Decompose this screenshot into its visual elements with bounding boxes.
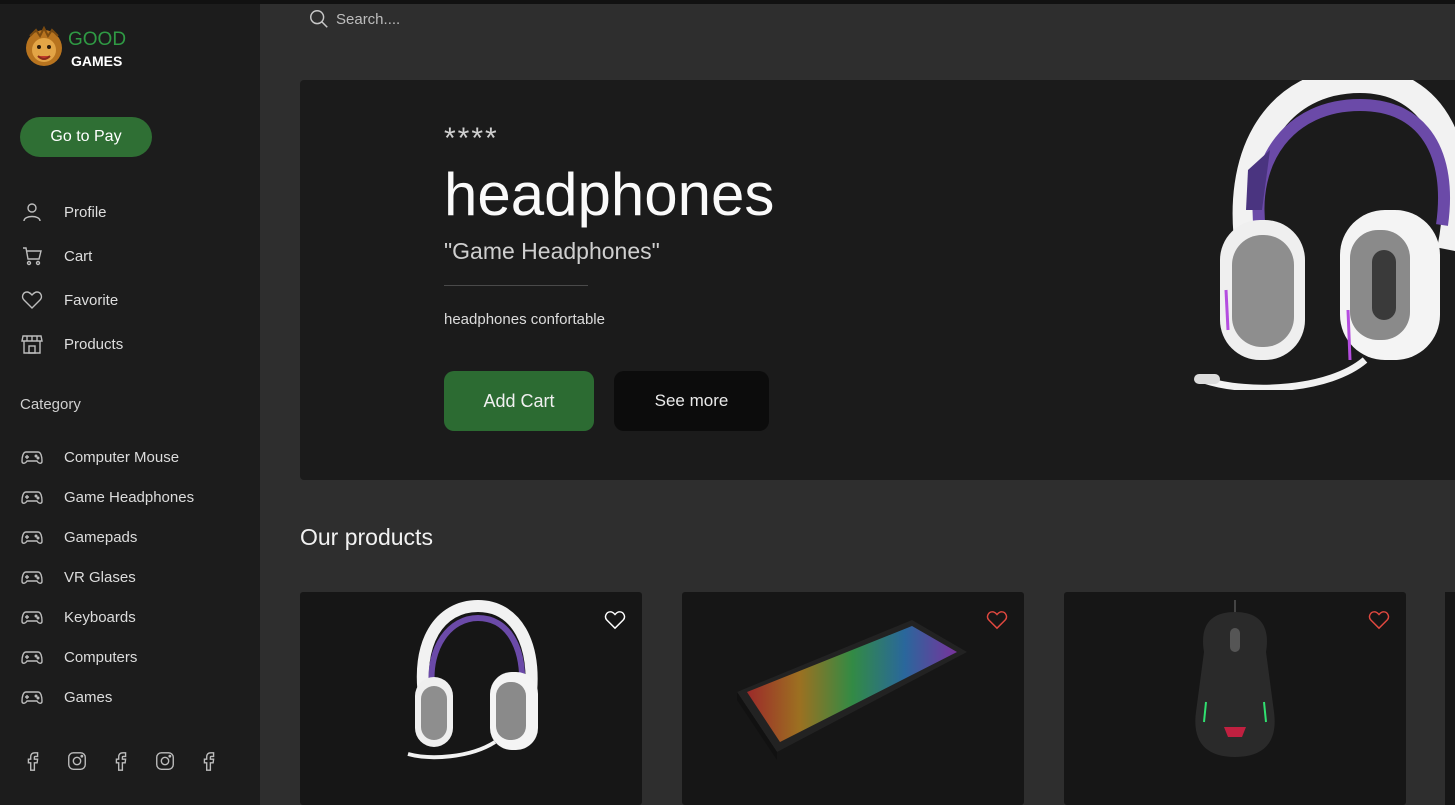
products-section-title: Our products [300,524,433,550]
instagram-icon[interactable] [154,750,176,772]
nav-item-label: Favorite [64,291,119,309]
search-bar [308,8,596,30]
nav-item-label: Profile [64,203,107,221]
hero-banner: **** headphones "Game Headphones" headph… [300,80,1455,480]
main-nav: Profile Cart Favorite Products [20,190,123,366]
category-item-computer-mouse[interactable]: Computer Mouse [20,437,194,477]
product-card-headphones[interactable] [300,592,642,805]
category-item-gamepads[interactable]: Gamepads [20,517,194,557]
product-card-mouse[interactable] [1064,592,1406,805]
product-card-keyboard[interactable] [682,592,1024,805]
gamepad-icon [21,491,43,504]
category-heading: Category [20,396,81,413]
mouse-image [1195,600,1275,757]
add-cart-button[interactable]: Add Cart [444,371,594,431]
category-label: Gamepads [64,528,138,546]
category-item-computers[interactable]: Computers [20,637,194,677]
gamepad-icon [21,651,43,664]
nav-item-products[interactable]: Products [20,322,123,366]
category-label: Keyboards [64,608,136,626]
favorite-heart-icon[interactable] [1368,610,1390,630]
go-to-pay-button[interactable]: Go to Pay [20,117,152,157]
hero-title: headphones [444,161,775,228]
product-card-partial[interactable] [1445,592,1455,805]
facebook-icon[interactable] [110,750,132,772]
category-label: Game Headphones [64,488,195,506]
favorite-heart-icon[interactable] [604,610,626,630]
category-label: Computer Mouse [64,448,180,466]
heart-icon [21,291,43,309]
category-item-game-headphones[interactable]: Game Headphones [20,477,194,517]
category-label: VR Glases [64,568,136,586]
see-more-button[interactable]: See more [614,371,769,431]
category-item-games[interactable]: Games [20,677,194,717]
brand-logo[interactable]: GOOD GAMES [24,26,126,72]
category-label: Games [64,688,113,706]
store-icon [21,335,43,354]
headphones-image [1194,80,1455,390]
gamepad-icon [21,531,43,544]
search-icon[interactable] [308,8,330,30]
nav-item-label: Cart [64,247,93,265]
search-input[interactable] [336,10,596,28]
brand-name-line2: GAMES [71,52,123,69]
facebook-icon[interactable] [198,750,220,772]
hero-subtitle: "Game Headphones" [444,238,660,264]
nav-item-cart[interactable]: Cart [20,234,123,278]
sidebar: GOOD GAMES Go to Pay Profile Cart Favori… [0,4,260,805]
hero-description: headphones confortable [444,311,605,328]
nav-item-favorite[interactable]: Favorite [20,278,123,322]
gamepad-icon [21,691,43,704]
nav-item-profile[interactable]: Profile [20,190,123,234]
user-icon [23,203,41,222]
cart-icon [23,247,42,266]
gamepad-icon [21,611,43,624]
lion-logo-icon [26,26,62,66]
gamepad-icon [21,571,43,584]
nav-item-label: Products [64,335,124,353]
social-links [22,750,242,772]
rating-stars: **** [444,122,499,155]
gamepad-icon [21,451,43,464]
facebook-icon[interactable] [22,750,44,772]
category-list: Computer Mouse Game Headphones Gamepads … [20,437,194,717]
hero-divider [444,285,588,286]
favorite-heart-icon[interactable] [986,610,1008,630]
category-item-vr-glases[interactable]: VR Glases [20,557,194,597]
brand-name-line1: GOOD [68,28,127,50]
instagram-icon[interactable] [66,750,88,772]
category-item-keyboards[interactable]: Keyboards [20,597,194,637]
headphones-image [407,599,538,760]
category-label: Computers [64,648,138,666]
keyboard-image [737,620,967,760]
